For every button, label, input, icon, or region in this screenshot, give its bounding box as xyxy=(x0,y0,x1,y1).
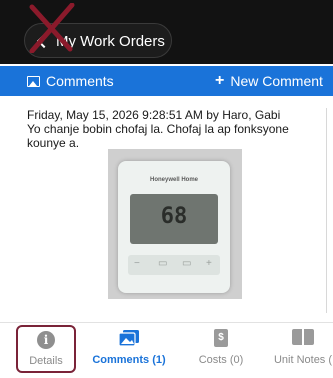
back-button[interactable]: My Work Orders xyxy=(24,23,172,58)
new-comment-button[interactable]: + New Comment xyxy=(215,72,323,90)
top-navigation-bar: My Work Orders xyxy=(0,0,333,64)
comment-text-line-1: Yo chanje bobin chofaj la. Chofaj la ap … xyxy=(27,122,289,136)
dollar-document-icon: $ xyxy=(214,329,228,347)
image-gallery-icon xyxy=(118,330,139,347)
tab-comments-label: Comments (1) xyxy=(92,354,166,366)
thermostat-buttons: − ▭ ▭ + xyxy=(128,255,220,275)
thermostat-screen: 68 xyxy=(130,194,218,244)
tab-details[interactable]: i Details xyxy=(16,325,76,373)
tab-comments[interactable]: Comments (1) xyxy=(90,323,168,378)
comment-photo-attachment[interactable]: Honeywell Home 68 − ▭ ▭ + xyxy=(108,149,242,299)
new-comment-label: New Comment xyxy=(230,73,323,89)
comments-header-bar: Comments + New Comment xyxy=(0,66,333,96)
tab-costs[interactable]: $ Costs (0) xyxy=(186,323,256,378)
image-icon xyxy=(27,75,40,87)
book-icon xyxy=(292,329,314,345)
tab-unit-notes-label: Unit Notes ( xyxy=(273,354,333,366)
comment-item: Friday, May 15, 2026 9:28:51 AM by Haro,… xyxy=(27,108,327,150)
back-button-label: My Work Orders xyxy=(56,33,165,50)
tab-costs-label: Costs (0) xyxy=(198,354,244,366)
chevron-left-icon xyxy=(36,33,52,49)
comment-meta: Friday, May 15, 2026 9:28:51 AM by Haro,… xyxy=(27,108,281,122)
bottom-tab-bar: i Details Comments (1) $ Costs (0) Unit … xyxy=(0,322,333,378)
thermostat-brand-text: Honeywell Home xyxy=(149,177,198,183)
tab-details-label: Details xyxy=(29,355,63,367)
comments-section-title: Comments xyxy=(27,73,114,89)
comments-title-label: Comments xyxy=(46,73,114,89)
thermostat-temperature: 68 xyxy=(160,204,188,229)
scroll-edge xyxy=(326,108,327,313)
info-icon: i xyxy=(37,331,55,349)
plus-icon: + xyxy=(215,72,225,89)
tab-unit-notes[interactable]: Unit Notes ( xyxy=(268,323,333,378)
comment-text-line-2: kounye a. xyxy=(27,136,80,150)
thermostat-image: Honeywell Home 68 − ▭ ▭ + xyxy=(118,161,230,293)
